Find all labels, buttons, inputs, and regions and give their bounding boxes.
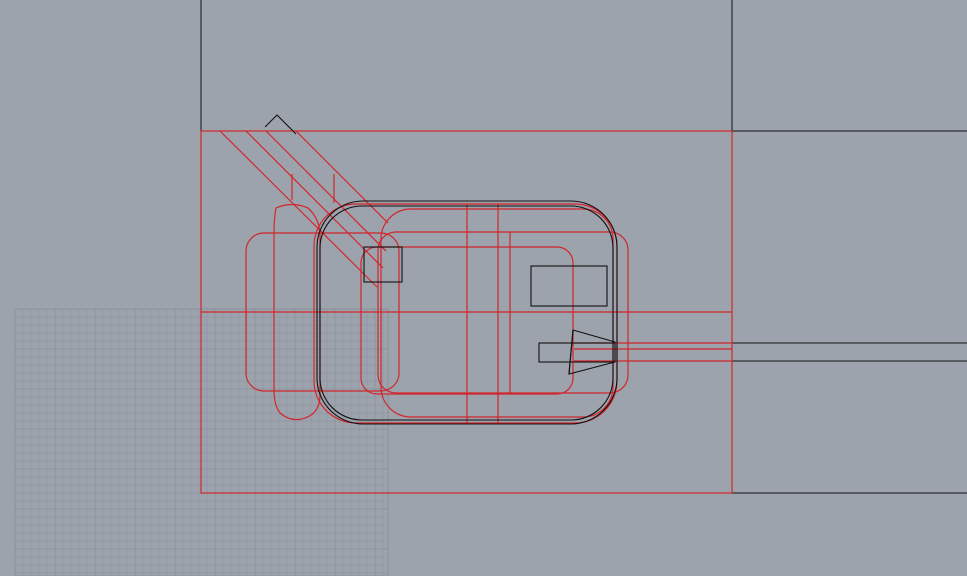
- cad-viewport[interactable]: [0, 0, 967, 576]
- viewport-canvas[interactable]: [0, 0, 967, 576]
- viewport-background: [0, 0, 967, 576]
